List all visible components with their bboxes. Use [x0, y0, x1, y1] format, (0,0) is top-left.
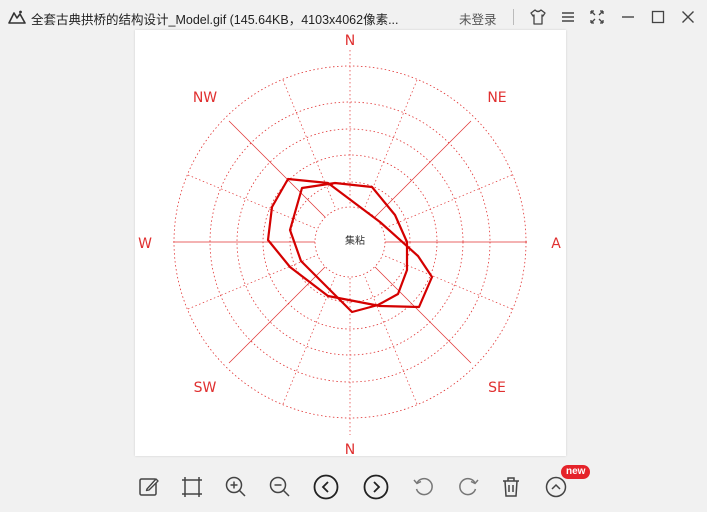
label-west: W [138, 236, 152, 252]
next-icon[interactable] [363, 474, 389, 500]
shirt-icon[interactable] [529, 8, 547, 26]
app-logo-icon [8, 10, 26, 24]
title-separator [513, 9, 514, 25]
label-nw: NW [193, 90, 217, 106]
label-north-bottom: N [345, 442, 355, 456]
crop-icon[interactable] [179, 474, 205, 500]
fullscreen-icon[interactable] [588, 8, 606, 26]
title-bar: 全套古典拱桥的结构设计_Model.gif (145.64KB，4103x406… [0, 0, 707, 34]
edit-icon[interactable] [136, 474, 162, 500]
rotate-left-icon[interactable] [411, 474, 437, 500]
window-title: 全套古典拱桥的结构设计_Model.gif (145.64KB，4103x406… [31, 13, 399, 27]
close-icon[interactable] [679, 8, 697, 26]
maximize-icon[interactable] [649, 8, 667, 26]
image-canvas: N N W A NW NE SW SE 集粘 [135, 30, 566, 456]
label-east: A [551, 236, 561, 252]
wind-rose-image: N N W A NW NE SW SE 集粘 [138, 33, 561, 456]
minimize-icon[interactable] [619, 8, 637, 26]
delete-icon[interactable] [498, 474, 524, 500]
label-sw: SW [194, 380, 217, 396]
login-link[interactable]: 未登录 [459, 9, 497, 28]
zoom-in-icon[interactable] [223, 474, 249, 500]
center-label: 集粘 [345, 234, 365, 247]
zoom-out-icon[interactable] [267, 474, 293, 500]
label-se: SE [488, 380, 506, 396]
prev-icon[interactable] [313, 474, 339, 500]
rotate-right-icon[interactable] [455, 474, 481, 500]
new-badge: new [561, 465, 591, 479]
label-ne: NE [487, 90, 506, 106]
bottom-toolbar [0, 464, 707, 512]
label-north-top: N [345, 33, 355, 49]
menu-icon[interactable] [559, 8, 577, 26]
